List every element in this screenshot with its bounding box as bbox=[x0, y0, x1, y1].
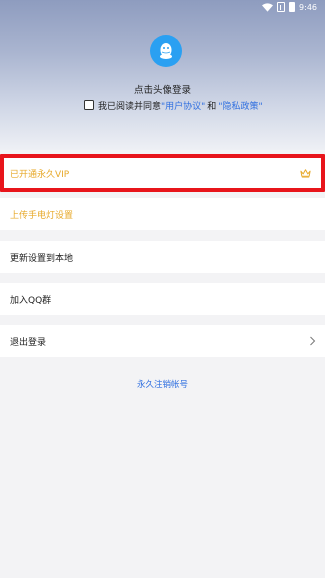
vip-status-row[interactable]: 已开通永久VIP bbox=[0, 154, 325, 192]
update-settings-label: 更新设置到本地 bbox=[10, 253, 74, 264]
qq-penguin-icon bbox=[160, 43, 172, 59]
join-qq-group-label: 加入QQ群 bbox=[10, 295, 52, 306]
status-time: 9:46 bbox=[299, 2, 317, 12]
avatar[interactable] bbox=[150, 35, 182, 67]
chevron-right-icon bbox=[310, 336, 316, 346]
logout-label: 退出登录 bbox=[10, 337, 47, 348]
battery-icon bbox=[289, 2, 296, 12]
upload-settings-label: 上传手电灯设置 bbox=[10, 210, 74, 221]
sim-icon bbox=[277, 2, 286, 12]
privacy-policy-link[interactable]: "隐私政策" bbox=[218, 99, 262, 112]
logout-row[interactable]: 退出登录 bbox=[0, 325, 325, 357]
agreement-conjunction: 和 bbox=[207, 101, 217, 112]
join-qq-group-row[interactable]: 加入QQ群 bbox=[0, 283, 325, 315]
agreement-checkbox[interactable] bbox=[84, 100, 94, 110]
user-agreement-link[interactable]: "用户协议" bbox=[161, 99, 205, 112]
wifi-icon bbox=[262, 2, 274, 12]
update-settings-row[interactable]: 更新设置到本地 bbox=[0, 241, 325, 273]
cancel-account-link[interactable]: 永久注销帐号 bbox=[0, 378, 325, 390]
vip-label: 已开通永久VIP bbox=[10, 169, 70, 180]
agreement-row: 我已阅读并同意 "用户协议" 和 "隐私政策" bbox=[84, 99, 263, 112]
crown-icon bbox=[300, 169, 311, 178]
upload-settings-row[interactable]: 上传手电灯设置 bbox=[0, 198, 325, 230]
login-prompt[interactable]: 点击头像登录 bbox=[0, 82, 325, 96]
status-bar: 9:46 bbox=[0, 0, 325, 14]
profile-header bbox=[0, 0, 325, 150]
agreement-prefix: 我已阅读并同意 bbox=[98, 101, 162, 112]
